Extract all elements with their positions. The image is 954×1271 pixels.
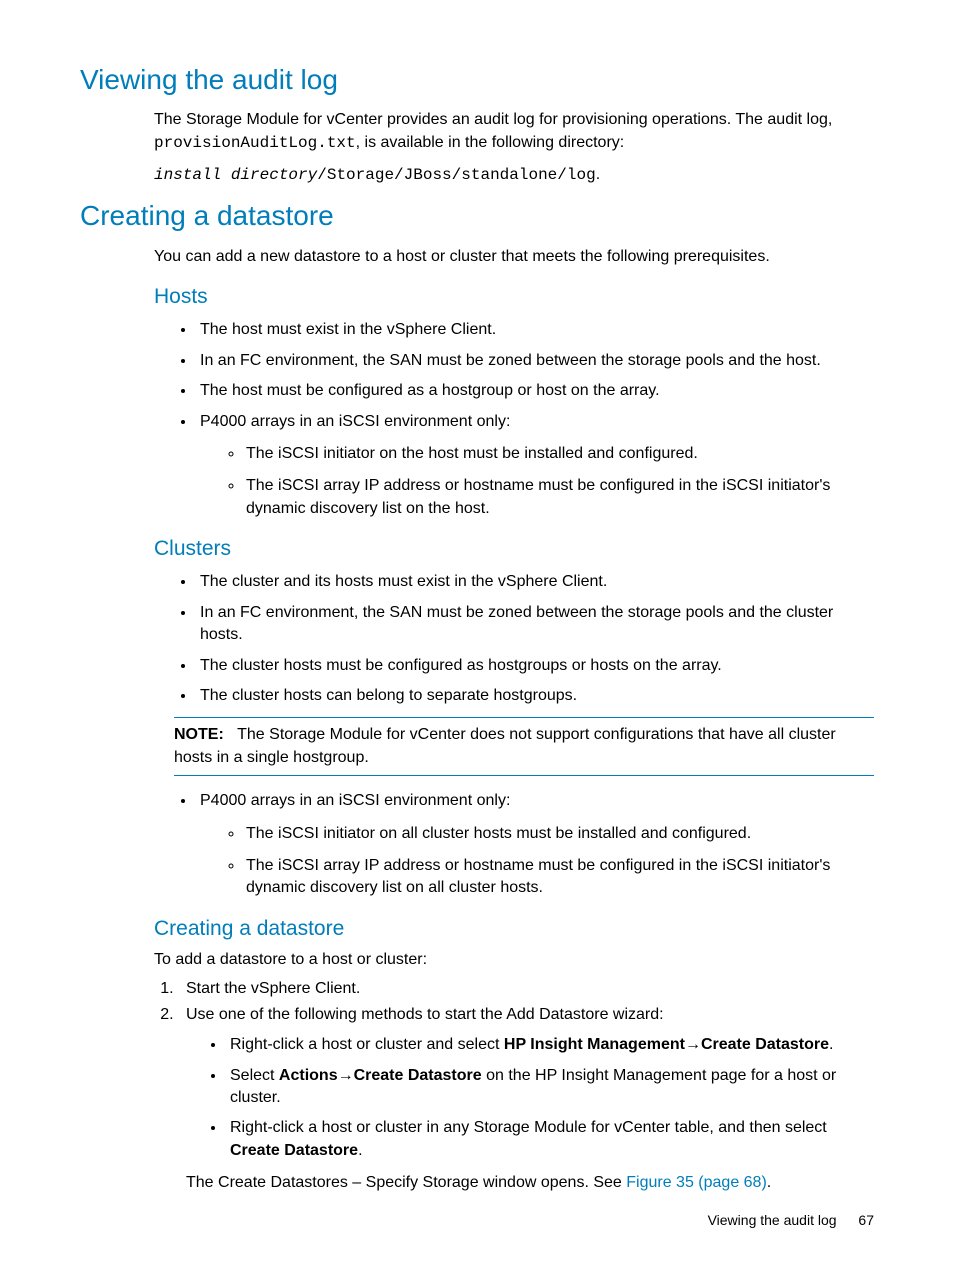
paragraph: You can add a new datastore to a host or… xyxy=(154,246,874,268)
paragraph-path: install directory/Storage/JBoss/standalo… xyxy=(154,164,874,186)
link-figure-ref[interactable]: Figure 35 (page 68) xyxy=(626,1174,767,1191)
heading-viewing-audit-log: Viewing the audit log xyxy=(80,60,874,99)
note-box: NOTE: The Storage Module for vCenter doe… xyxy=(174,717,874,776)
list-item: The iSCSI initiator on the host must be … xyxy=(244,443,874,465)
list-item: The iSCSI array IP address or hostname m… xyxy=(244,855,874,900)
text: P4000 arrays in an iSCSI environment onl… xyxy=(200,792,510,809)
list-item: In an FC environment, the SAN must be zo… xyxy=(196,350,874,372)
list-item: Use one of the following methods to star… xyxy=(178,1004,874,1195)
list-clusters-cont: P4000 arrays in an iSCSI environment onl… xyxy=(154,790,874,900)
text: P4000 arrays in an iSCSI environment onl… xyxy=(200,413,510,430)
list-hosts: The host must exist in the vSphere Clien… xyxy=(154,319,874,520)
code-filename: provisionAuditLog.txt xyxy=(154,134,356,152)
page-footer: Viewing the audit log 67 xyxy=(708,1211,874,1231)
text: The Storage Module for vCenter provides … xyxy=(154,111,832,128)
text: . xyxy=(767,1174,771,1191)
menu-path: Create Datastore xyxy=(230,1142,358,1159)
list-item: The iSCSI initiator on all cluster hosts… xyxy=(244,823,874,845)
heading-creating-datastore: Creating a datastore xyxy=(80,196,874,235)
arrow-icon: → xyxy=(338,1067,354,1084)
list-item: The cluster hosts must be configured as … xyxy=(196,655,874,677)
menu-path: Create Datastore xyxy=(354,1067,482,1084)
list-item: The iSCSI array IP address or hostname m… xyxy=(244,475,874,520)
list-item: Right-click a host or cluster and select… xyxy=(226,1034,874,1056)
menu-path: Create Datastore xyxy=(701,1036,829,1053)
heading-creating-datastore-sub: Creating a datastore xyxy=(154,914,874,943)
list-clusters: The cluster and its hosts must exist in … xyxy=(154,571,874,707)
arrow-icon: → xyxy=(685,1036,701,1053)
list-item: In an FC environment, the SAN must be zo… xyxy=(196,602,874,647)
list-item: The host must be configured as a hostgro… xyxy=(196,380,874,402)
text: , is available in the following director… xyxy=(356,134,625,151)
list-item: The cluster hosts can belong to separate… xyxy=(196,685,874,707)
sublist: The iSCSI initiator on all cluster hosts… xyxy=(200,823,874,900)
menu-path: HP Insight Management xyxy=(504,1036,685,1053)
list-item: Right-click a host or cluster in any Sto… xyxy=(226,1117,874,1162)
paragraph: The Storage Module for vCenter provides … xyxy=(154,109,874,154)
text: Right-click a host or cluster in any Sto… xyxy=(230,1119,827,1136)
text: . xyxy=(358,1142,362,1159)
paragraph: To add a datastore to a host or cluster: xyxy=(154,949,874,971)
footer-title: Viewing the audit log xyxy=(708,1212,837,1228)
sublist-methods: Right-click a host or cluster and select… xyxy=(186,1034,874,1162)
text: . xyxy=(829,1036,833,1053)
note-text: The Storage Module for vCenter does not … xyxy=(174,726,836,765)
text: Select xyxy=(230,1067,279,1084)
list-item: The cluster and its hosts must exist in … xyxy=(196,571,874,593)
text: The Create Datastores – Specify Storage … xyxy=(186,1174,626,1191)
list-item: Select Actions→Create Datastore on the H… xyxy=(226,1065,874,1110)
ordered-list-steps: Start the vSphere Client. Use one of the… xyxy=(154,978,874,1195)
list-item: Start the vSphere Client. xyxy=(178,978,874,1000)
note-label: NOTE: xyxy=(174,726,224,743)
page-number: 67 xyxy=(858,1212,874,1228)
text: . xyxy=(596,166,600,183)
code-path-var: install directory xyxy=(154,166,317,184)
menu-path: Actions xyxy=(279,1067,338,1084)
heading-clusters: Clusters xyxy=(154,534,874,563)
list-item: The host must exist in the vSphere Clien… xyxy=(196,319,874,341)
text: Use one of the following methods to star… xyxy=(186,1006,664,1023)
sublist: The iSCSI initiator on the host must be … xyxy=(200,443,874,520)
heading-hosts: Hosts xyxy=(154,282,874,311)
text: Right-click a host or cluster and select xyxy=(230,1036,504,1053)
code-path: /Storage/JBoss/standalone/log xyxy=(317,166,595,184)
list-item: P4000 arrays in an iSCSI environment onl… xyxy=(196,411,874,521)
list-item: P4000 arrays in an iSCSI environment onl… xyxy=(196,790,874,900)
